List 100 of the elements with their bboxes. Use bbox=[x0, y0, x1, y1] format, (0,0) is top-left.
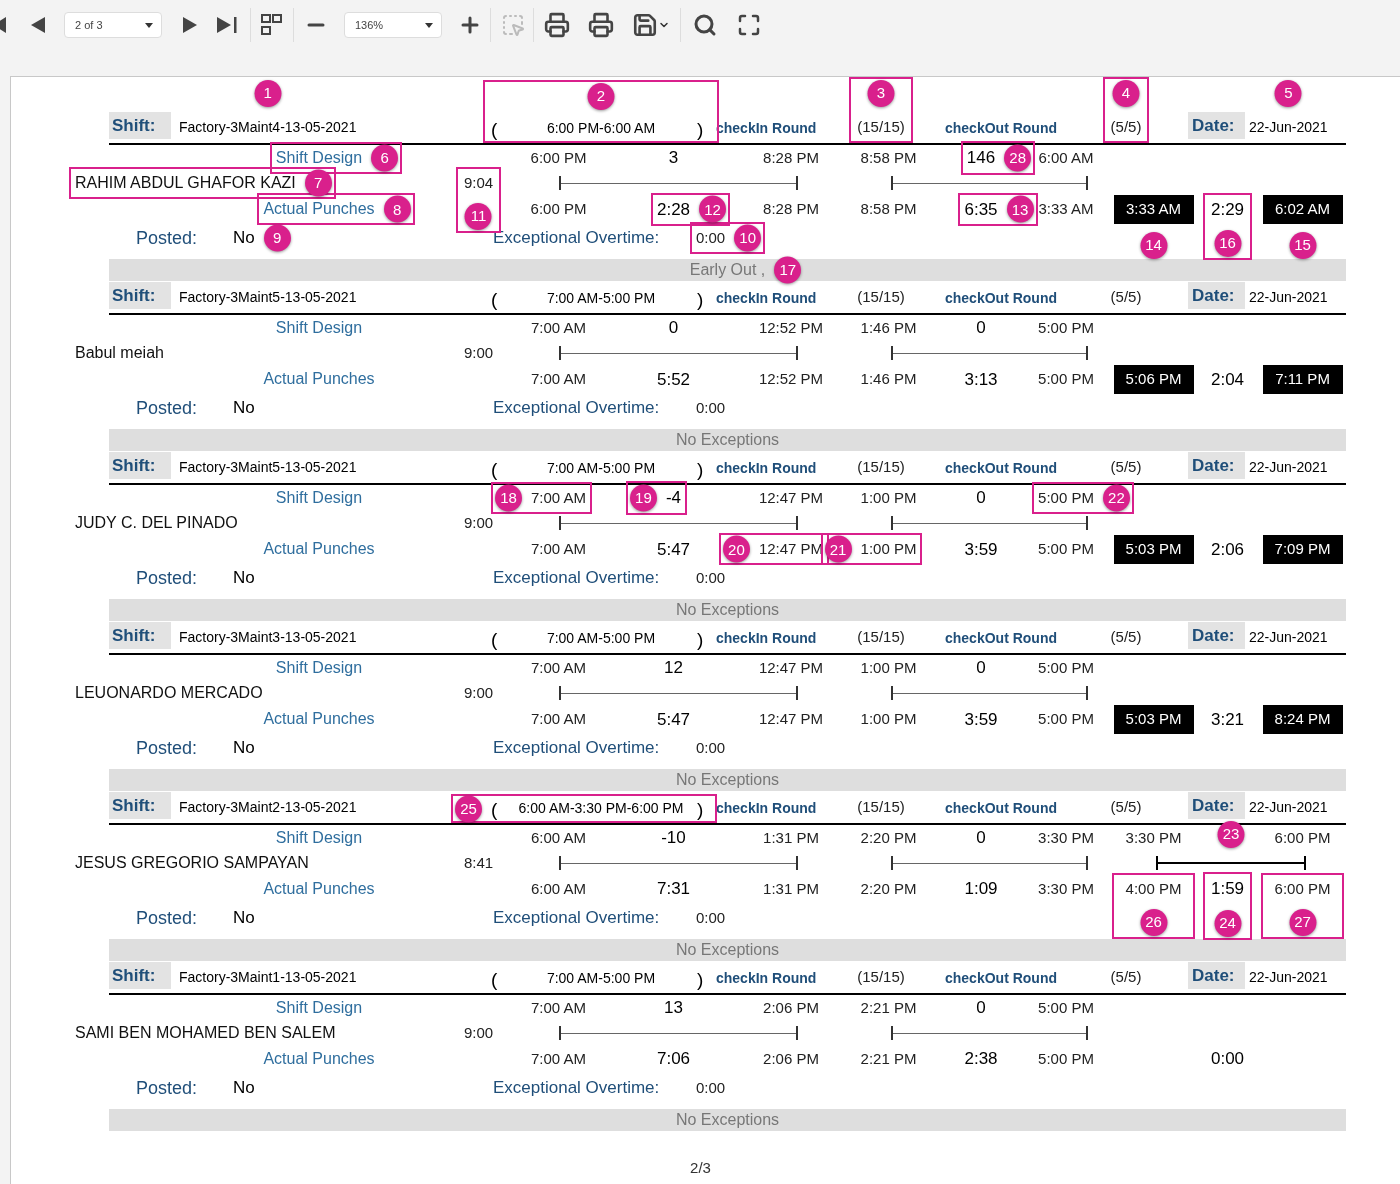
checkin-count: (15/15) bbox=[857, 457, 905, 477]
callout-badge: 20 bbox=[722, 535, 750, 563]
previous-icon[interactable] bbox=[30, 16, 46, 34]
row-label: Actual Punches bbox=[263, 879, 375, 899]
duration-value: 2:29 bbox=[1210, 198, 1245, 221]
field-label: Date: bbox=[1188, 111, 1245, 139]
checkout-label: checkOut Round bbox=[944, 119, 1058, 138]
shift-date: 22-Jun-2021 bbox=[1249, 628, 1328, 647]
total-hours: 9:00 bbox=[463, 1023, 494, 1043]
shift-name: Factory-3Maint5-13-05-2021 bbox=[179, 288, 357, 307]
employee-name: RAHIM ABDUL GHAFOR KAZI bbox=[75, 173, 296, 193]
duration-value: 3:59 bbox=[964, 538, 998, 561]
thumbnails-icon[interactable] bbox=[261, 14, 283, 36]
duration-value: 0 bbox=[976, 827, 986, 850]
field-label: Shift: bbox=[109, 791, 171, 819]
posted-label: Posted: bbox=[136, 906, 199, 930]
callout-badge: 27 bbox=[1289, 909, 1316, 936]
callout-badge: 16 bbox=[1214, 230, 1241, 257]
duration-value: 0 bbox=[976, 997, 986, 1020]
checkout-label: checkOut Round bbox=[944, 459, 1058, 478]
shift-date: 22-Jun-2021 bbox=[1249, 118, 1328, 137]
paren-mark: ( bbox=[491, 290, 499, 309]
shift-hours: 7:00 AM-5:00 PM bbox=[546, 289, 656, 308]
duration-value: 3 bbox=[668, 147, 679, 170]
page-number: 2/3 bbox=[690, 1158, 711, 1178]
total-hours: 9:00 bbox=[463, 343, 494, 363]
field-label: Shift: bbox=[109, 621, 171, 649]
overtime-label: Exceptional Overtime: bbox=[493, 1077, 661, 1100]
punch-time: 3:30 PM bbox=[1038, 879, 1094, 899]
field-label: Date: bbox=[1188, 961, 1245, 989]
checkout-label: checkOut Round bbox=[944, 969, 1058, 988]
punch-time: 7:11 PM bbox=[1262, 365, 1343, 394]
print-icon[interactable] bbox=[544, 12, 570, 38]
overtime-value: 0:00 bbox=[696, 908, 726, 928]
zoom-select[interactable]: 136% bbox=[344, 12, 442, 38]
last-page-icon[interactable] bbox=[216, 16, 238, 34]
checkin-count: (15/15) bbox=[857, 117, 905, 137]
field-label: Shift: bbox=[109, 451, 171, 479]
punch-time: 6:00 PM bbox=[530, 199, 587, 220]
duration-value: 3:59 bbox=[964, 708, 998, 731]
duration-value: 0 bbox=[976, 487, 986, 510]
design-time: 2:06 PM bbox=[763, 998, 819, 1018]
duration-value: 5:47 bbox=[656, 538, 691, 561]
callout-badge: 21 bbox=[824, 535, 852, 563]
punch-time: 12:47 PM bbox=[758, 709, 824, 730]
field-label: Shift: bbox=[109, 281, 171, 309]
save-icon[interactable] bbox=[632, 12, 658, 38]
print-icon[interactable] bbox=[588, 12, 614, 38]
exceptions-text: No Exceptions bbox=[675, 600, 780, 620]
posted-value: No bbox=[233, 227, 255, 250]
posted-label: Posted: bbox=[136, 226, 199, 250]
design-time: 5:00 PM bbox=[1038, 318, 1094, 338]
checkin-label: checkIn Round bbox=[715, 459, 818, 478]
design-time: 12:47 PM bbox=[758, 488, 824, 508]
punch-time: 3:33 AM bbox=[1038, 199, 1094, 220]
paren-mark: ) bbox=[697, 460, 705, 479]
posted-value: No bbox=[233, 567, 255, 590]
design-time: 2:20 PM bbox=[860, 828, 917, 848]
shift-hours: 7:00 AM-5:00 PM bbox=[546, 969, 656, 988]
checkin-label: checkIn Round bbox=[715, 799, 818, 818]
overtime-label: Exceptional Overtime: bbox=[493, 907, 661, 930]
checkout-label: checkOut Round bbox=[944, 799, 1058, 818]
design-time: 5:00 PM bbox=[1038, 998, 1094, 1018]
employee-name: JESUS GREGORIO SAMPAYAN bbox=[75, 853, 309, 873]
paren-mark: ) bbox=[697, 800, 705, 819]
duration-value: 5:47 bbox=[656, 708, 691, 731]
duration-value: -4 bbox=[665, 487, 682, 510]
next-icon[interactable] bbox=[182, 16, 198, 34]
design-time: 1:00 PM bbox=[860, 658, 917, 678]
paren-mark: ) bbox=[697, 970, 705, 989]
field-label: Date: bbox=[1188, 791, 1245, 819]
shift-name: Factory-3Maint4-13-05-2021 bbox=[179, 118, 357, 137]
punch-time: 1:00 PM bbox=[860, 709, 917, 730]
duration-value: 146 bbox=[966, 147, 996, 170]
callout-badge: 2 bbox=[587, 83, 615, 110]
fullscreen-icon[interactable] bbox=[737, 13, 761, 37]
total-hours: 8:41 bbox=[463, 853, 494, 873]
punch-time: 5:00 PM bbox=[1038, 1049, 1094, 1069]
exceptions-text: No Exceptions bbox=[675, 1110, 780, 1130]
checkin-count: (15/15) bbox=[857, 287, 905, 307]
duration-value: 0 bbox=[668, 317, 679, 340]
search-icon[interactable] bbox=[693, 13, 717, 37]
page-select[interactable]: 2 of 3 bbox=[64, 12, 162, 38]
design-time: 7:00 AM bbox=[530, 658, 586, 678]
callout-badge: 15 bbox=[1289, 231, 1316, 259]
design-time: 3:30 PM bbox=[1038, 828, 1094, 848]
design-time: 6:00 AM bbox=[530, 828, 586, 848]
punch-time: 7:00 AM bbox=[530, 709, 586, 730]
punch-time: 6:02 AM bbox=[1262, 195, 1343, 224]
employee-name: LEUONARDO MERCADO bbox=[75, 683, 263, 703]
duration-value: 6:35 bbox=[964, 198, 998, 221]
punch-time: 2:21 PM bbox=[860, 1049, 917, 1069]
callout-badge: 24 bbox=[1214, 909, 1241, 937]
callout-badge: 28 bbox=[1004, 144, 1032, 172]
exceptions-text: No Exceptions bbox=[675, 940, 780, 960]
design-time: 1:31 PM bbox=[763, 828, 819, 848]
duration-value: 0 bbox=[976, 657, 986, 680]
overtime-label: Exceptional Overtime: bbox=[493, 567, 661, 590]
punch-time: 7:09 PM bbox=[1262, 535, 1343, 564]
row-label: Actual Punches bbox=[263, 199, 375, 220]
